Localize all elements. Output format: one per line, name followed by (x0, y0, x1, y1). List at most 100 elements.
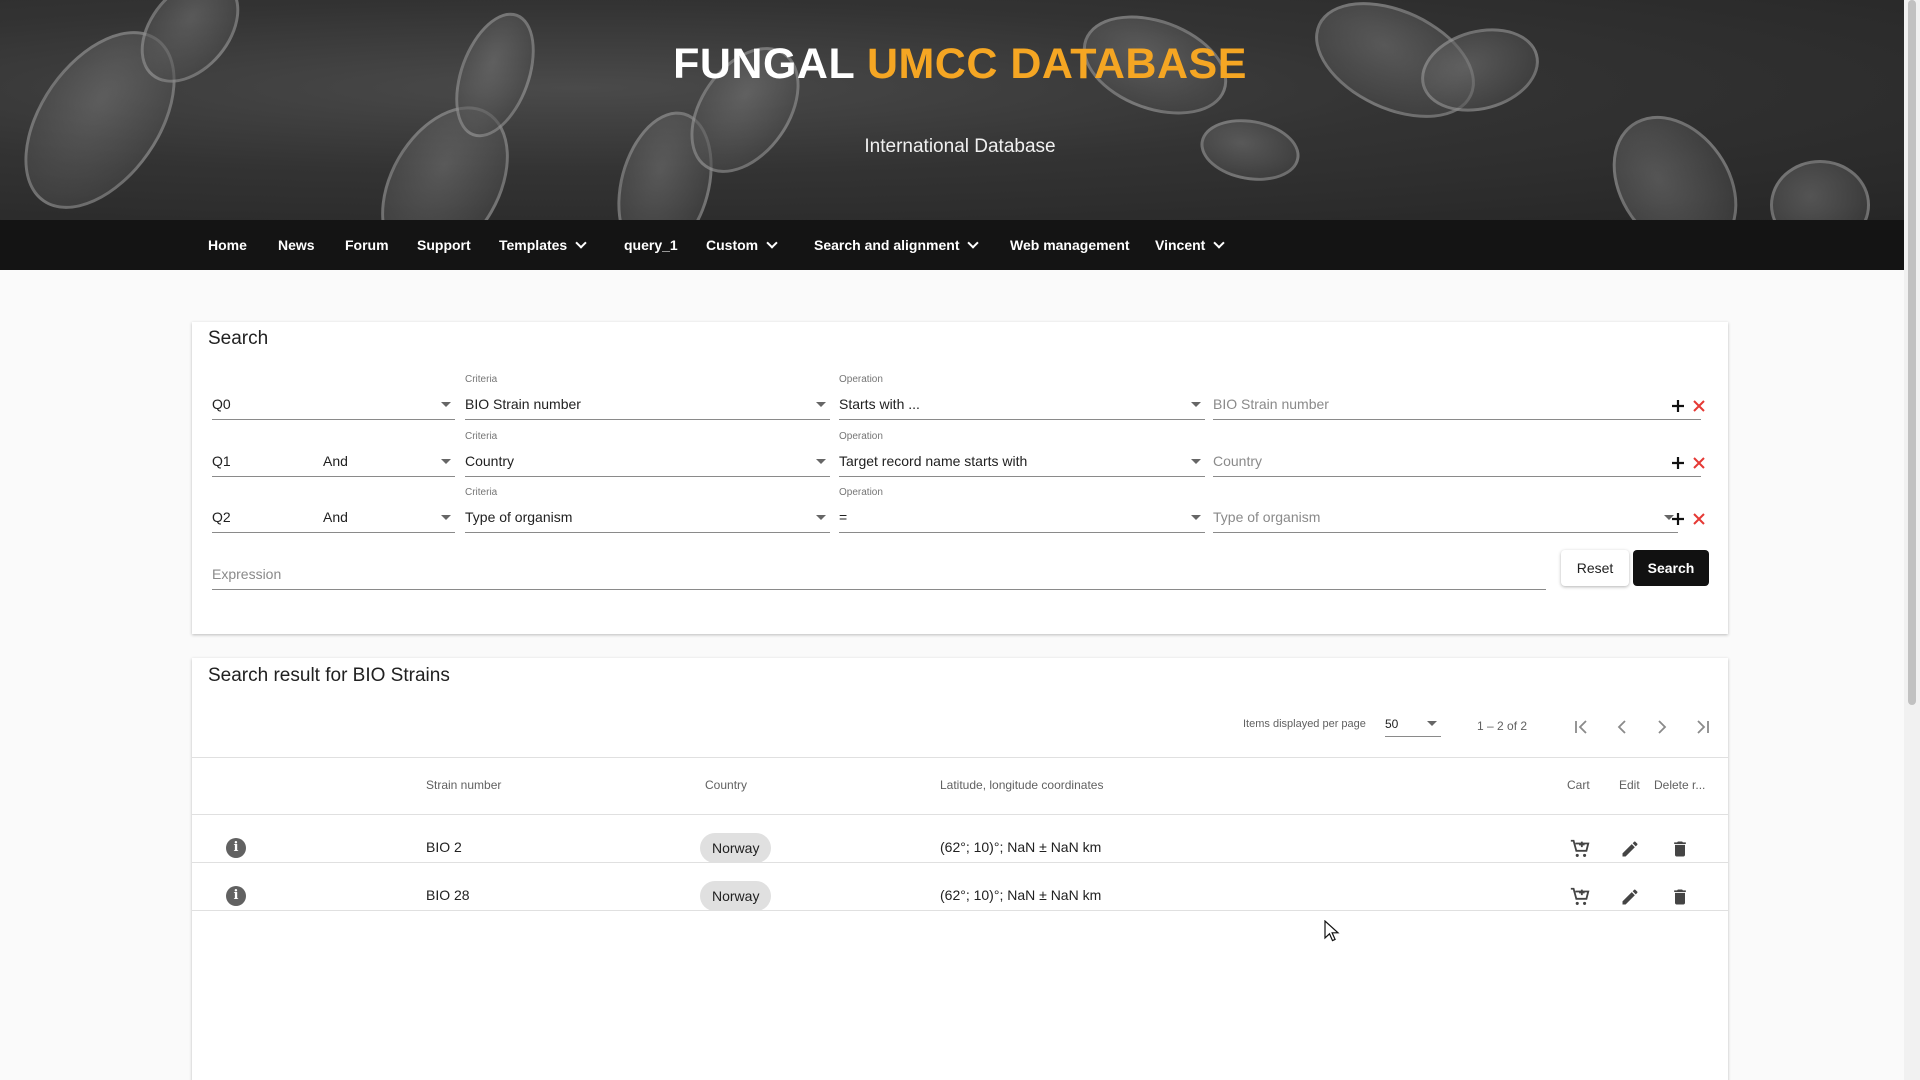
add-row-icon[interactable] (1669, 397, 1687, 415)
query-id: Q0 (212, 396, 231, 412)
logic-operator: And (323, 509, 348, 525)
items-per-page-select[interactable]: 50 (1385, 711, 1441, 737)
last-page-icon[interactable] (1694, 718, 1712, 736)
caret-down-icon (816, 402, 826, 407)
nav-news[interactable]: News (278, 220, 315, 270)
column-header-strain-number[interactable]: Strain number (426, 778, 501, 792)
nav-home[interactable]: Home (208, 220, 247, 270)
delete-trash-icon[interactable] (1670, 839, 1690, 859)
operation-label: Operation (839, 487, 883, 498)
items-per-page-label: Items displayed per page (1243, 718, 1366, 730)
country-chip: Norway (700, 881, 772, 911)
nav-templates-label: Templates (499, 237, 568, 253)
nav-query-1[interactable]: query_1 (624, 220, 678, 270)
criteria-value: Type of organism (465, 509, 573, 525)
nav-user-label: Vincent (1155, 237, 1206, 253)
criteria-label: Criteria (465, 487, 498, 498)
caret-down-icon (816, 459, 826, 464)
value-placeholder: BIO Strain number (1213, 396, 1329, 412)
value-input-q1[interactable]: Country (1213, 445, 1701, 477)
query-row-q2-select[interactable]: Q2 And (212, 501, 455, 533)
operation-select-q1[interactable]: Operation Target record name starts with (839, 431, 1205, 477)
strain-number-cell: BIO 2 (426, 839, 462, 855)
delete-trash-icon[interactable] (1670, 887, 1690, 907)
criteria-select-q2[interactable]: Criteria Type of organism (465, 487, 830, 533)
site-title: FUNGAL UMCC DATABASE (0, 40, 1920, 89)
add-row-icon[interactable] (1669, 510, 1687, 528)
operation-value: Starts with ... (839, 396, 920, 412)
query-row-q0-select[interactable]: Q0 (212, 388, 455, 420)
divider (192, 910, 1728, 911)
next-page-icon[interactable] (1653, 718, 1671, 736)
search-card: Search Q0 Criteria BIO Strain number Ope… (192, 322, 1728, 634)
edit-pencil-icon[interactable] (1620, 839, 1640, 859)
nav-home-label: Home (208, 237, 247, 253)
site-subtitle: International Database (864, 136, 1056, 157)
info-icon[interactable]: i (226, 838, 246, 858)
coordinates-cell: (62°; 10)°; NaN ± NaN km (940, 839, 1102, 855)
nav-custom-label: Custom (706, 237, 759, 253)
remove-row-icon[interactable] (1690, 454, 1708, 472)
caret-down-icon (816, 515, 826, 520)
strain-number-cell: BIO 28 (426, 887, 470, 903)
divider (192, 862, 1728, 863)
caret-down-icon (1191, 402, 1201, 407)
header-banner: FUNGAL UMCC DATABASE International Datab… (0, 0, 1920, 220)
criteria-select-q1[interactable]: Criteria Country (465, 431, 830, 477)
chevron-down-icon (575, 237, 587, 249)
add-to-cart-icon[interactable] (1569, 838, 1591, 860)
edit-pencil-icon[interactable] (1620, 887, 1640, 907)
value-input-q0[interactable]: BIO Strain number (1213, 388, 1701, 420)
value-select-q2[interactable]: Type of organism (1213, 501, 1678, 533)
caret-down-icon (441, 402, 451, 407)
first-page-icon[interactable] (1572, 718, 1590, 736)
search-button[interactable]: Search (1633, 550, 1709, 586)
nav-forum[interactable]: Forum (345, 220, 389, 270)
add-row-icon[interactable] (1669, 454, 1687, 472)
caret-down-icon (441, 515, 451, 520)
nav-user-menu[interactable]: Vincent (1155, 220, 1225, 270)
nav-templates[interactable]: Templates (499, 220, 587, 270)
query-row-q1-select[interactable]: Q1 And (212, 445, 455, 477)
criteria-value: Country (465, 453, 515, 469)
divider (192, 814, 1728, 815)
search-title: Search (208, 328, 269, 349)
scrollbar-thumb[interactable] (1908, 0, 1916, 705)
nav-query-1-label: query_1 (624, 237, 678, 253)
query-id: Q2 (212, 509, 231, 525)
nav-search-alignment[interactable]: Search and alignment (814, 220, 980, 270)
add-to-cart-icon[interactable] (1569, 886, 1591, 908)
reset-button[interactable]: Reset (1561, 550, 1629, 586)
yeast-cell-decoration (1770, 160, 1870, 220)
column-header-cart: Cart (1567, 778, 1590, 792)
operation-label: Operation (839, 431, 883, 442)
remove-row-icon[interactable] (1690, 397, 1708, 415)
coordinates-cell: (62°; 10)°; NaN ± NaN km (940, 887, 1102, 903)
nav-custom[interactable]: Custom (706, 220, 778, 270)
divider (192, 757, 1728, 758)
nav-forum-label: Forum (345, 237, 389, 253)
caret-down-icon (441, 459, 451, 464)
info-icon[interactable]: i (226, 886, 246, 906)
items-per-page-value: 50 (1385, 717, 1399, 731)
criteria-select-q0[interactable]: Criteria BIO Strain number (465, 374, 830, 420)
nav-search-alignment-label: Search and alignment (814, 237, 960, 253)
nav-support[interactable]: Support (417, 220, 471, 270)
previous-page-icon[interactable] (1613, 718, 1631, 736)
nav-web-management-label: Web management (1010, 237, 1130, 253)
main-navbar: Home News Forum Support Templates query_… (0, 220, 1920, 270)
results-title: Search result for BIO Strains (208, 665, 450, 686)
column-header-country[interactable]: Country (705, 778, 747, 792)
nav-web-management[interactable]: Web management (1010, 220, 1130, 270)
criteria-value: BIO Strain number (465, 396, 581, 412)
operation-select-q0[interactable]: Operation Starts with ... (839, 374, 1205, 420)
remove-row-icon[interactable] (1690, 510, 1708, 528)
expression-input[interactable]: Expression (212, 558, 1546, 590)
operation-select-q2[interactable]: Operation = (839, 487, 1205, 533)
chevron-down-icon (1213, 237, 1225, 249)
page-scrollbar[interactable] (1904, 0, 1920, 1080)
chevron-down-icon (766, 237, 778, 249)
column-header-coordinates[interactable]: Latitude, longitude coordinates (940, 778, 1103, 792)
results-card: Search result for BIO Strains Items disp… (192, 658, 1728, 1080)
criteria-label: Criteria (465, 431, 498, 442)
